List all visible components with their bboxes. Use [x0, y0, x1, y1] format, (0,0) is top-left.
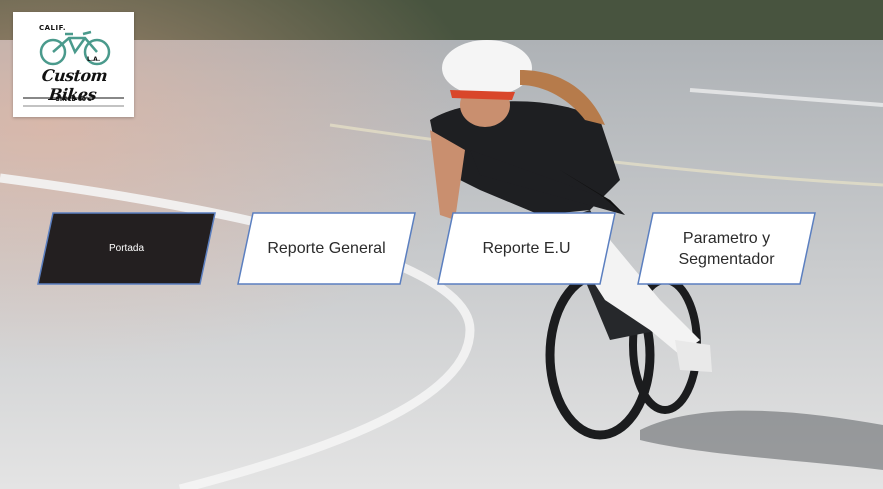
logo-top-text: CALIF.: [39, 24, 67, 32]
logo-since-text: SINCE 60's: [55, 96, 92, 103]
reporte-eu-button-label: Reporte E.U: [482, 240, 571, 257]
home-page: CALIF. L.A. Custom Bikes SINCE 60's Port…: [0, 0, 883, 489]
parametro-segmentador-button-label: Parametro y Segmentador: [678, 228, 774, 270]
reporte-general-button-label: Reporte General: [267, 240, 386, 257]
portada-button-label: Portada: [108, 243, 145, 254]
parametro-label-line2: Segmentador: [678, 250, 775, 268]
logo-sub-text: L.A.: [87, 56, 101, 63]
parametro-label-line1: Parametro y: [682, 229, 771, 247]
portada-button[interactable]: Portada: [37, 212, 216, 285]
parametro-segmentador-button[interactable]: Parametro y Segmentador: [637, 212, 816, 285]
custom-bikes-logo: CALIF. L.A. Custom Bikes SINCE 60's: [13, 12, 134, 117]
reporte-general-button[interactable]: Reporte General: [237, 212, 416, 285]
reporte-eu-button[interactable]: Reporte E.U: [437, 212, 616, 285]
